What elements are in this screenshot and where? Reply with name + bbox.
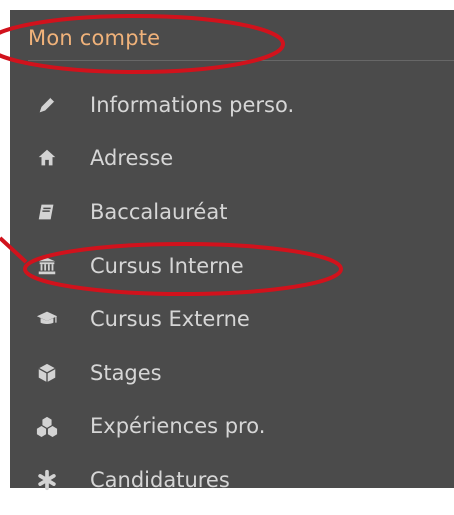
home-icon <box>28 146 66 170</box>
menu-label: Candidatures <box>90 467 230 492</box>
menu-item-baccalaureat[interactable]: Baccalauréat <box>28 185 448 239</box>
divider <box>28 60 454 61</box>
menu-item-experiences-pro[interactable]: Expériences pro. <box>28 400 448 454</box>
asterisk-icon <box>28 468 66 492</box>
menu-label: Cursus Interne <box>90 253 244 278</box>
menu-item-cursus-interne[interactable]: Cursus Interne <box>28 239 448 293</box>
graduation-cap-icon <box>28 307 66 331</box>
cube-icon <box>28 361 66 385</box>
menu-label: Informations perso. <box>90 92 295 117</box>
menu-item-candidatures[interactable]: Candidatures <box>28 453 448 507</box>
pencil-icon <box>28 93 66 117</box>
menu-label: Expériences pro. <box>90 414 266 439</box>
section-title: Mon compte <box>28 26 161 50</box>
menu-item-adresse[interactable]: Adresse <box>28 132 448 186</box>
cubes-icon <box>28 414 66 438</box>
menu-label: Baccalauréat <box>90 199 228 224</box>
menu-label: Cursus Externe <box>90 307 250 332</box>
menu-item-informations-perso[interactable]: Informations perso. <box>28 78 448 132</box>
menu-label: Adresse <box>90 146 174 171</box>
book-icon <box>28 200 66 224</box>
sidebar-menu: Informations perso. Adresse Baccalauréat <box>28 78 448 507</box>
menu-label: Stages <box>90 360 162 385</box>
menu-item-stages[interactable]: Stages <box>28 346 448 400</box>
menu-item-cursus-externe[interactable]: Cursus Externe <box>28 292 448 346</box>
bank-icon <box>28 254 66 278</box>
